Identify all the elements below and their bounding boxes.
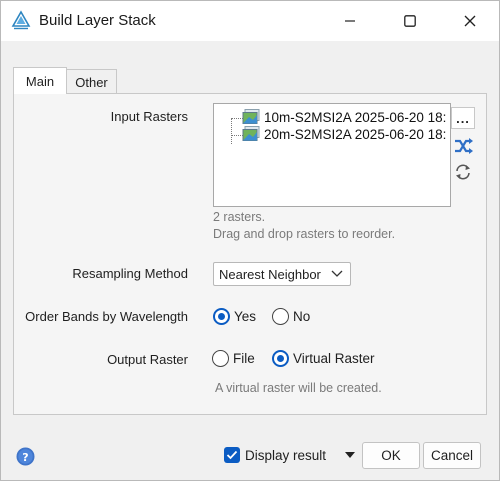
raster-name: 10m-S2MSI2A 2025-06-20 18: xyxy=(264,109,447,125)
minimize-button[interactable] xyxy=(327,1,373,41)
output-virtual-raster-radio[interactable] xyxy=(272,350,289,367)
order-bands-yes-radio[interactable] xyxy=(213,308,230,325)
ok-button[interactable]: OK xyxy=(362,442,420,469)
browse-rasters-button[interactable]: ... xyxy=(451,107,475,129)
tab-main-label: Main xyxy=(25,73,55,89)
shuffle-rasters-button[interactable] xyxy=(451,135,475,157)
maximize-button[interactable] xyxy=(387,1,433,41)
output-note-text: A virtual raster will be created. xyxy=(215,381,382,395)
order-bands-label: Order Bands by Wavelength xyxy=(25,309,188,324)
list-item[interactable]: 10m-S2MSI2A 2025-06-20 18: xyxy=(242,108,446,126)
resampling-method-value: Nearest Neighbor xyxy=(219,266,321,282)
refresh-icon xyxy=(456,164,470,180)
resampling-method-label: Resampling Method xyxy=(72,266,188,281)
raster-count-text: 2 rasters. xyxy=(213,210,266,224)
tree-connector xyxy=(231,118,232,144)
order-bands-no-radio[interactable] xyxy=(272,308,289,325)
list-item[interactable]: 20m-S2MSI2A 2025-06-20 18: xyxy=(242,125,446,143)
close-icon xyxy=(464,15,476,27)
dialog-window: Build Layer Stack Main Other Input Raste… xyxy=(0,0,500,481)
reorder-hint-text: Drag and drop rasters to reorder. xyxy=(213,227,396,241)
output-raster-label: Output Raster xyxy=(107,352,188,367)
build-layer-stack-icon xyxy=(11,10,31,30)
raster-layer-icon xyxy=(242,126,260,141)
cancel-button[interactable]: Cancel xyxy=(423,442,481,469)
tab-other-label: Other xyxy=(75,74,108,90)
shuffle-icon xyxy=(455,138,473,154)
chevron-down-icon xyxy=(331,270,343,277)
raster-layer-icon xyxy=(242,109,260,124)
order-bands-yes-label[interactable]: Yes xyxy=(234,309,256,324)
tab-main[interactable]: Main xyxy=(13,67,67,94)
resampling-method-select[interactable]: Nearest Neighbor xyxy=(213,262,351,286)
display-options-dropdown-icon[interactable] xyxy=(344,451,356,459)
maximize-icon xyxy=(404,15,416,27)
input-rasters-list[interactable]: 10m-S2MSI2A 2025-06-20 18: 20m-S2MSI2A 2… xyxy=(213,103,451,207)
svg-text:?: ? xyxy=(22,451,28,464)
output-file-radio[interactable] xyxy=(212,350,229,367)
refresh-rasters-button[interactable] xyxy=(451,161,475,183)
display-result-label[interactable]: Display result xyxy=(245,448,326,463)
help-icon[interactable]: ? xyxy=(16,447,35,466)
order-bands-no-label[interactable]: No xyxy=(293,309,310,324)
display-result-checkbox[interactable] xyxy=(224,447,240,463)
tab-other[interactable]: Other xyxy=(67,69,117,94)
raster-name: 20m-S2MSI2A 2025-06-20 18: xyxy=(264,126,447,142)
minimize-icon xyxy=(345,20,355,22)
window-title: Build Layer Stack xyxy=(39,12,156,29)
input-rasters-label: Input Rasters xyxy=(110,109,188,124)
checkmark-icon xyxy=(226,450,238,460)
output-file-label[interactable]: File xyxy=(233,351,255,366)
close-button[interactable] xyxy=(447,1,493,41)
output-virtual-raster-label[interactable]: Virtual Raster xyxy=(293,351,375,366)
title-bar[interactable]: Build Layer Stack xyxy=(1,1,499,41)
